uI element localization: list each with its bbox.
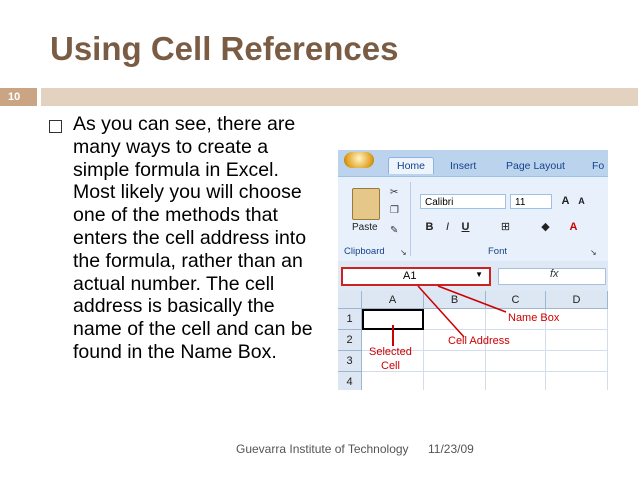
annotation-cell-address: Cell Address xyxy=(448,335,510,347)
title-underline-bar xyxy=(41,88,638,106)
bullet-square-icon xyxy=(49,120,62,133)
annotation-selected-cell-line1: Selected xyxy=(369,346,412,358)
excel-screenshot: Home Insert Page Layout Fo Paste ✂ ❐ ✎ C… xyxy=(338,150,608,390)
annotation-name-box: Name Box xyxy=(508,312,560,324)
slide-number: 10 xyxy=(8,91,21,103)
bullet-text: As you can see, there are many ways to c… xyxy=(73,113,313,363)
slide-title: Using Cell References xyxy=(50,30,399,67)
footer-date: 11/23/09 xyxy=(428,442,474,456)
footer-organization: Guevarra Institute of Technology xyxy=(236,442,409,456)
annotation-selected-cell-line2: Cell xyxy=(381,360,400,372)
